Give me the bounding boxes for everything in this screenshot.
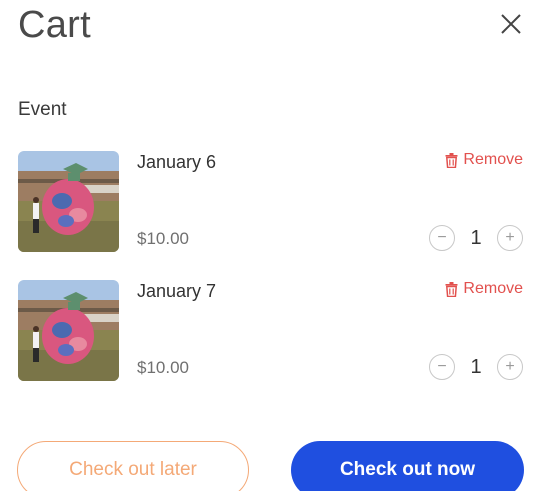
item-name: January 7 xyxy=(137,281,217,301)
cart-title: Cart xyxy=(18,4,91,46)
quantity-value: 1 xyxy=(470,226,482,249)
remove-button[interactable]: Remove xyxy=(445,151,523,169)
remove-label: Remove xyxy=(463,151,523,168)
cart-item: January 7 $10.00 Remove − 1 + xyxy=(0,280,537,382)
close-icon xyxy=(501,14,521,34)
quantity-stepper: − 1 + xyxy=(429,225,523,251)
decrease-button[interactable]: − xyxy=(429,225,455,251)
cart-item: January 6 $10.00 Remove − 1 + xyxy=(0,151,537,253)
decrease-button[interactable]: − xyxy=(429,354,455,380)
check-out-later-button[interactable]: Check out later xyxy=(17,441,249,491)
item-price: $10.00 xyxy=(137,229,189,248)
increase-button[interactable]: + xyxy=(497,225,523,251)
trash-icon xyxy=(445,281,458,297)
remove-label: Remove xyxy=(463,280,523,297)
trash-icon xyxy=(445,152,458,168)
plus-icon: + xyxy=(505,229,515,246)
minus-icon: − xyxy=(437,358,447,375)
remove-button[interactable]: Remove xyxy=(445,280,523,298)
item-name: January 6 xyxy=(137,152,217,172)
item-price: $10.00 xyxy=(137,358,189,377)
event-thumbnail xyxy=(18,280,119,381)
quantity-value: 1 xyxy=(470,355,482,378)
quantity-stepper: − 1 + xyxy=(429,354,523,380)
minus-icon: − xyxy=(437,229,447,246)
increase-button[interactable]: + xyxy=(497,354,523,380)
section-label-event: Event xyxy=(18,99,67,120)
event-thumbnail xyxy=(18,151,119,252)
check-out-now-button[interactable]: Check out now xyxy=(291,441,524,491)
close-button[interactable] xyxy=(497,10,525,38)
plus-icon: + xyxy=(505,358,515,375)
